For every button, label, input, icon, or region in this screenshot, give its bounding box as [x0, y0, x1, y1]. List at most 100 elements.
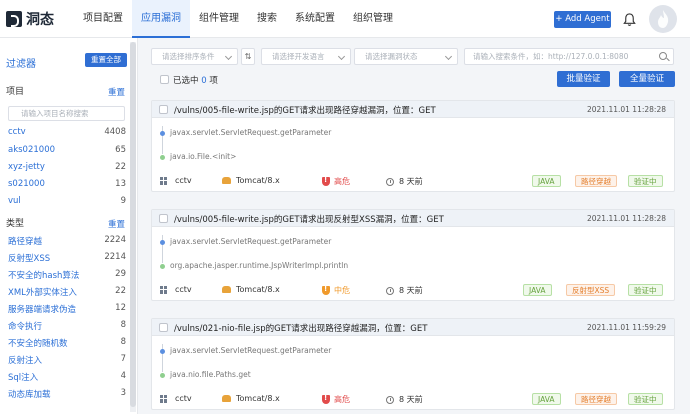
clock-icon [386, 177, 394, 186]
vuln-card[interactable]: /vulns/005-file-write.jsp的GET请求出现反射型XSS漏… [151, 209, 675, 301]
chevron-down-icon [337, 52, 346, 61]
language-tag: JAVA [532, 175, 561, 187]
vuln-type-tag: 路径穿越 [575, 393, 617, 405]
trace-source-dot [160, 349, 165, 354]
type-filter-item[interactable]: 反射型XSS 2214 [8, 252, 126, 264]
vuln-title[interactable]: /vulns/005-file-write.jsp的GET请求出现反射型XSS漏… [174, 213, 444, 225]
type-section-title: 类型 [6, 219, 25, 229]
language-tag: JAVA [532, 393, 561, 405]
clock-icon [386, 395, 394, 404]
vuln-checkbox[interactable] [159, 105, 168, 114]
vuln-card-header: /vulns/005-file-write.jsp的GET请求出现路径穿越漏洞，… [152, 101, 674, 118]
type-filter-item[interactable]: 反射注入 7 [8, 354, 126, 366]
chevron-down-icon [444, 52, 453, 61]
vuln-project: cctv [160, 285, 192, 294]
vuln-age: 8 天前 [386, 285, 423, 296]
add-agent-button[interactable]: + Add Agent [554, 11, 611, 28]
vuln-time: 2021.11.01 11:59:29 [586, 323, 666, 332]
bell-icon[interactable] [622, 12, 637, 27]
project-icon [160, 394, 168, 403]
status-select[interactable]: 请选择漏洞状态 [354, 48, 458, 65]
status-tag: 验证中 [628, 175, 663, 187]
trace-sink-dot [160, 155, 165, 160]
trace-source: javax.servlet.ServletRequest.getParamete… [170, 346, 332, 355]
project-icon [160, 285, 168, 294]
app-name: 洞态 [26, 12, 54, 28]
nav-item-component-management[interactable]: 组件管理 [190, 0, 248, 38]
language-tag: JAVA [523, 284, 552, 296]
type-filter-item[interactable]: XML外部实体注入 22 [8, 286, 126, 298]
type-filter-item[interactable]: 服务器端请求伪造 12 [8, 303, 126, 315]
vuln-type-tag: 反射型XSS [566, 284, 616, 296]
status-tag: 验证中 [628, 284, 663, 296]
vuln-level: 中危 [322, 285, 350, 296]
type-filter-item[interactable]: 不安全的hash算法 29 [8, 269, 126, 281]
full-verify-button[interactable]: 全量验证 [619, 71, 675, 87]
project-filter-item[interactable]: xyz-jetty 22 [8, 162, 126, 172]
batch-verify-button[interactable]: 批量验证 [557, 71, 610, 87]
project-filter-item[interactable]: aks021000 65 [8, 145, 126, 155]
type-reset-link[interactable]: 重置 [108, 218, 125, 230]
type-filter-item[interactable]: 路径穿越 2224 [8, 235, 126, 247]
trace-source-dot [160, 240, 165, 245]
nav-item-system-config[interactable]: 系统配置 [286, 0, 344, 38]
vuln-server: Tomcat/8.x [222, 176, 280, 185]
nav-item-search[interactable]: 搜索 [248, 0, 286, 38]
project-filter-item[interactable]: vul 9 [8, 196, 126, 206]
vuln-age: 8 天前 [386, 394, 423, 405]
trace-source: javax.servlet.ServletRequest.getParamete… [170, 237, 332, 246]
reset-all-button[interactable]: 重置全部 [85, 53, 127, 67]
selected-count-text: 已选中 0 项 [173, 76, 218, 86]
nav-item-project-config[interactable]: 项目配置 [74, 0, 132, 38]
vuln-level: 高危 [322, 394, 350, 405]
vuln-checkbox[interactable] [159, 323, 168, 332]
logo-icon [6, 11, 22, 27]
sort-select[interactable]: 请选择排序条件 [151, 48, 238, 65]
filter-title: 过滤器 [6, 59, 36, 70]
vuln-level: 高危 [322, 176, 350, 187]
trace-sink-dot [160, 373, 165, 378]
logo[interactable]: 洞态 [6, 10, 54, 28]
vuln-title[interactable]: /vulns/005-file-write.jsp的GET请求出现路径穿越漏洞，… [174, 104, 436, 116]
project-filter-item[interactable]: s021000 13 [8, 179, 126, 189]
type-filter-item[interactable]: 不安全的随机数 8 [8, 337, 126, 349]
avatar[interactable] [649, 5, 677, 33]
vuln-server: Tomcat/8.x [222, 394, 280, 403]
sidebar-scrollbar[interactable] [130, 42, 136, 412]
type-filter-item[interactable]: Sql注入 4 [8, 371, 126, 383]
scrollbar-thumb[interactable] [130, 42, 136, 407]
vuln-time: 2021.11.01 11:28:28 [586, 105, 666, 114]
trace-sink: org.apache.jasper.runtime.JspWriterImpl.… [170, 261, 349, 270]
trace-source-dot [160, 131, 165, 136]
main-content: 请选择排序条件 ⇅ 请选择开发语言 请选择漏洞状态 请输入搜索条件，如：http… [140, 38, 690, 414]
vuln-card[interactable]: /vulns/021-nio-file.jsp的GET请求出现路径穿越漏洞，位置… [151, 318, 675, 410]
project-filter-item[interactable]: cctv 4408 [8, 127, 126, 137]
vuln-card-header: /vulns/021-nio-file.jsp的GET请求出现路径穿越漏洞，位置… [152, 319, 674, 336]
trace-sink-dot [160, 264, 165, 269]
flame-icon [658, 10, 669, 28]
nav-item-app-vulns[interactable]: 应用漏洞 [132, 0, 190, 38]
search-input[interactable]: 请输入搜索条件，如：http://127.0.0.1:8080 [464, 48, 674, 65]
vuln-card[interactable]: /vulns/005-file-write.jsp的GET请求出现路径穿越漏洞，… [151, 100, 675, 192]
project-section-title: 项目 [6, 87, 25, 97]
filter-sidebar: 过滤器 重置全部 项目 重置 请输入项目名称搜索 cctv 4408 aks021… [0, 38, 138, 414]
project-reset-link[interactable]: 重置 [108, 86, 125, 98]
clock-icon [386, 286, 394, 295]
vuln-title[interactable]: /vulns/021-nio-file.jsp的GET请求出现路径穿越漏洞，位置… [174, 322, 427, 334]
top-bar: 洞态 项目配置 应用漏洞 组件管理 搜索 系统配置 组织管理 + Add Age… [0, 0, 690, 38]
vuln-checkbox[interactable] [159, 214, 168, 223]
main-nav: 项目配置 应用漏洞 组件管理 搜索 系统配置 组织管理 [74, 0, 402, 38]
vuln-age: 8 天前 [386, 176, 423, 187]
vuln-server: Tomcat/8.x [222, 285, 280, 294]
tomcat-icon [222, 286, 231, 293]
search-icon[interactable] [659, 52, 667, 60]
status-tag: 验证中 [628, 393, 663, 405]
sort-order-toggle[interactable]: ⇅ [241, 48, 255, 65]
language-select[interactable]: 请选择开发语言 [261, 48, 351, 65]
select-all-checkbox[interactable] [160, 75, 169, 84]
type-filter-item[interactable]: 动态库加载 3 [8, 388, 126, 400]
project-search-input[interactable]: 请输入项目名称搜索 [8, 106, 125, 121]
vuln-time: 2021.11.01 11:28:28 [586, 214, 666, 223]
type-filter-item[interactable]: 命令执行 8 [8, 320, 126, 332]
nav-item-org-management[interactable]: 组织管理 [344, 0, 402, 38]
